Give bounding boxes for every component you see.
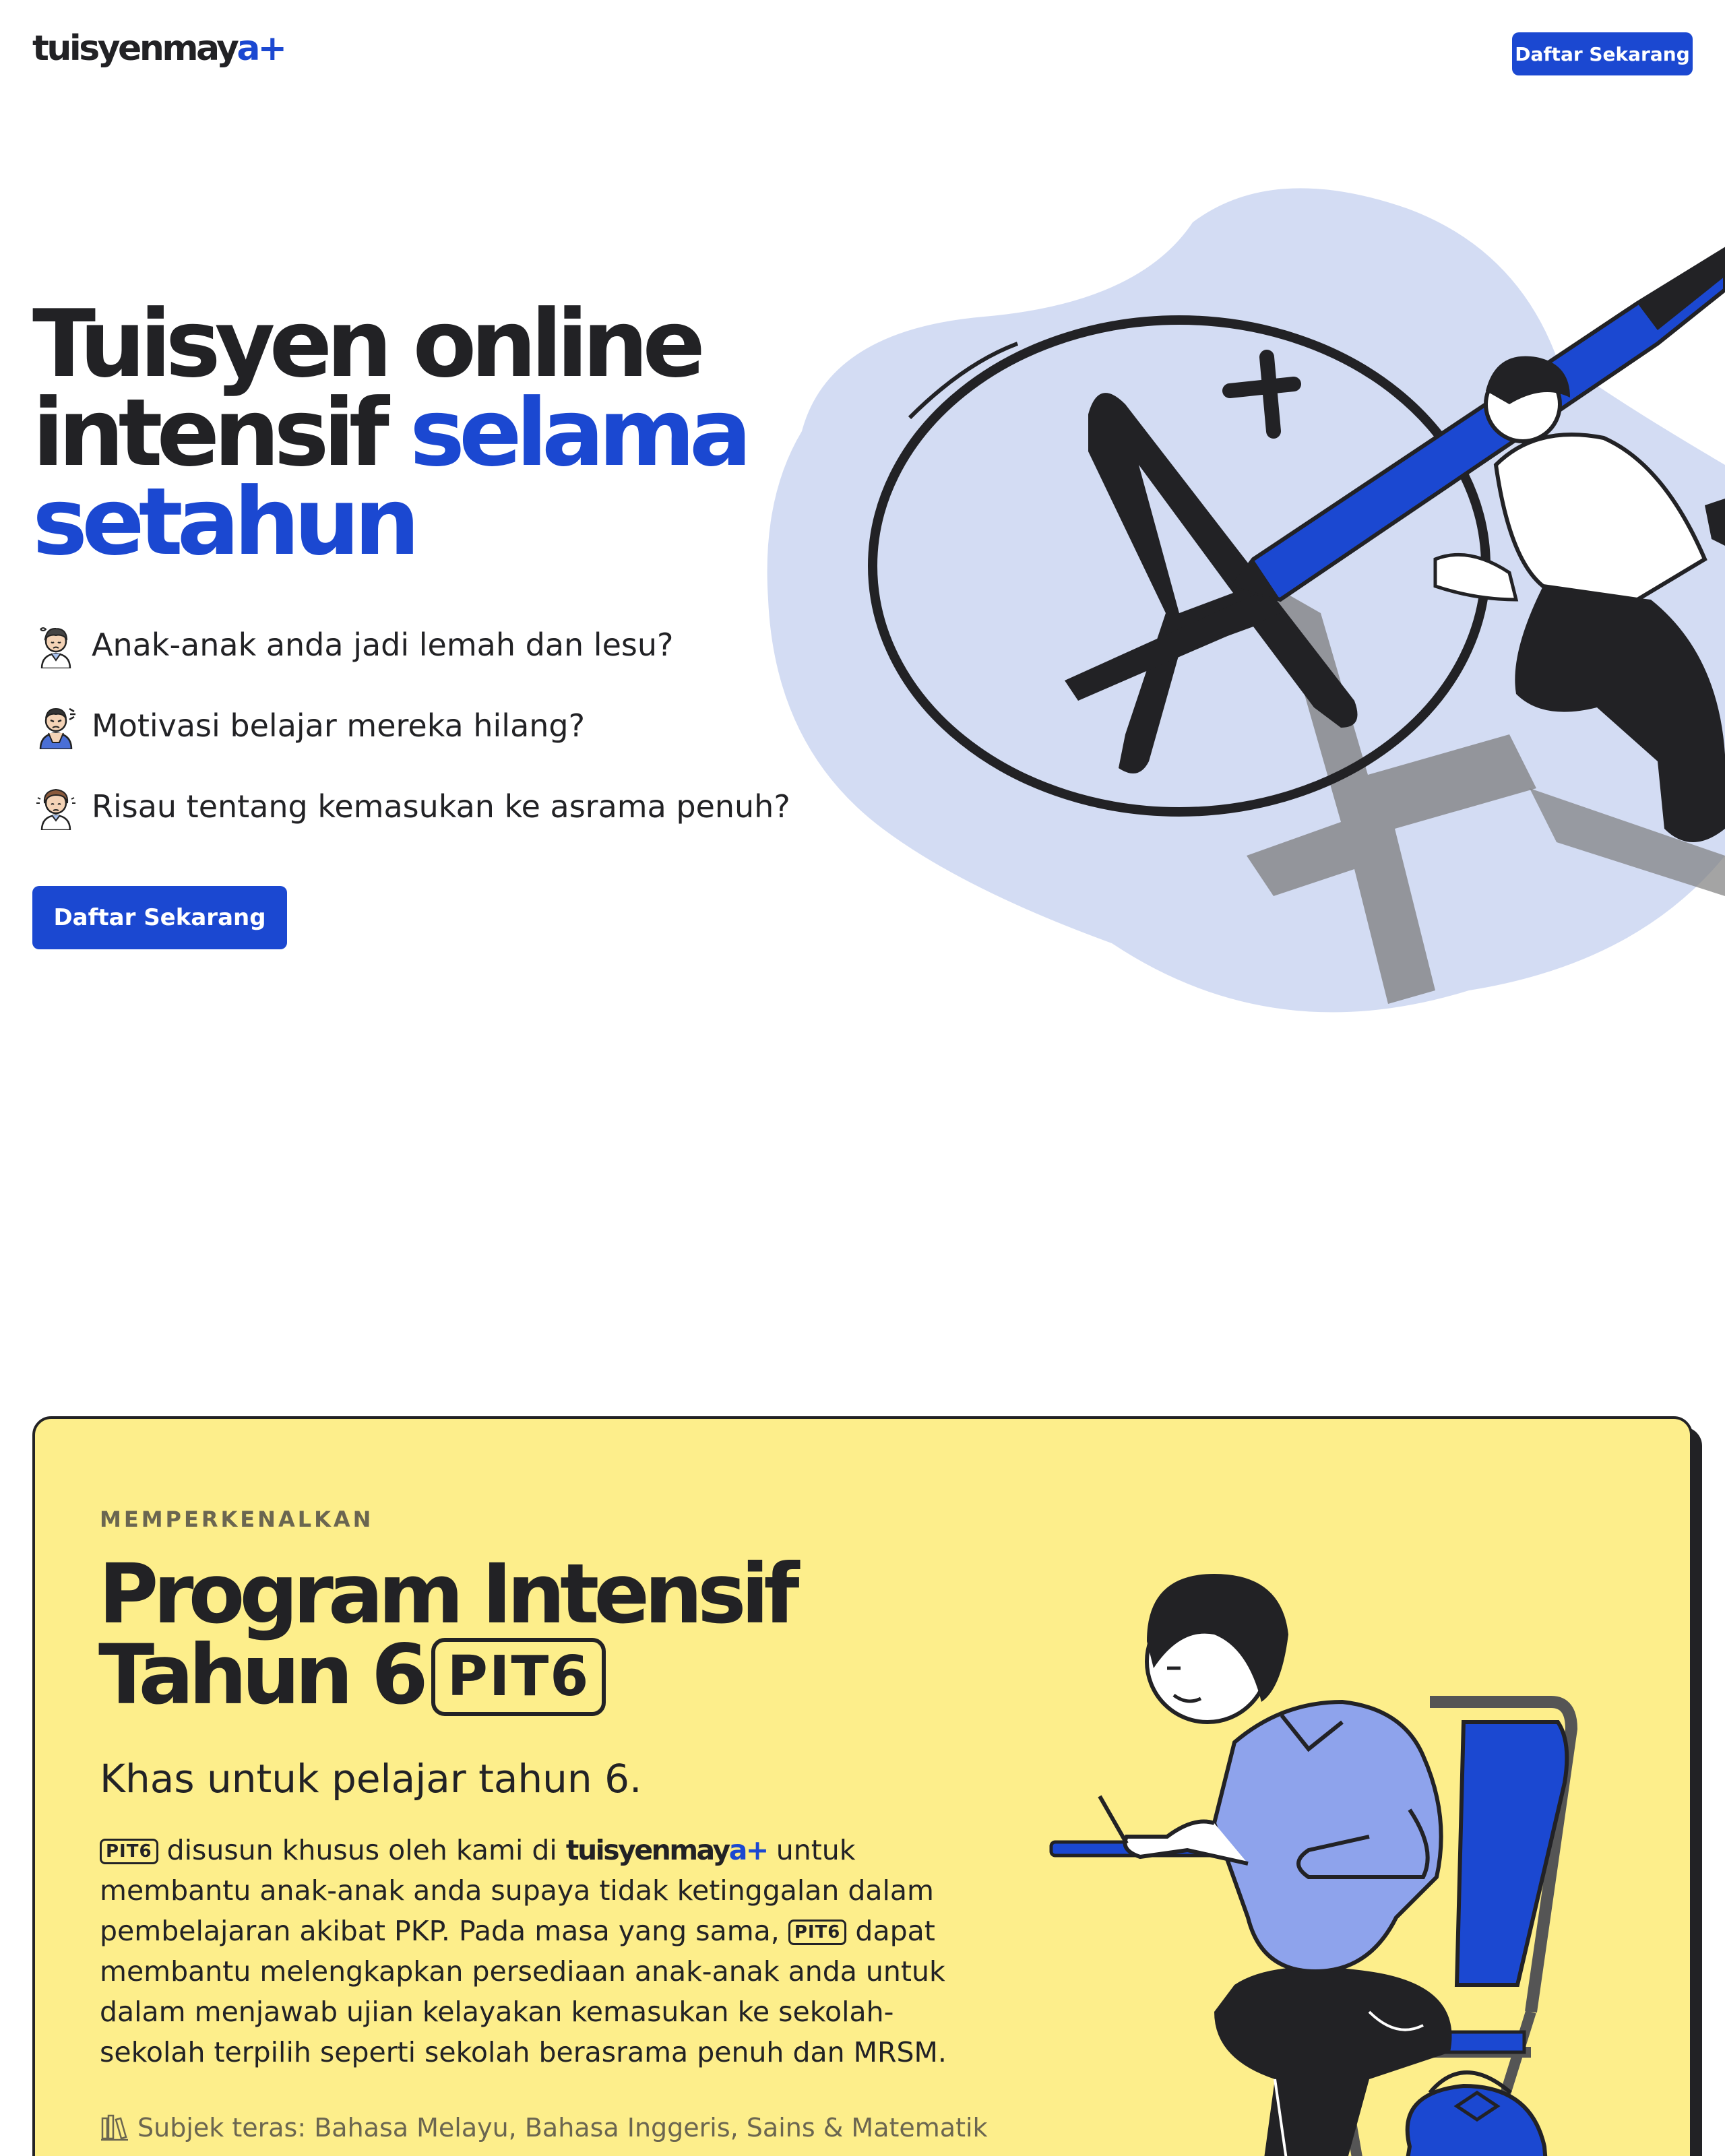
brand-inline: tuisyenmaya+ bbox=[565, 1834, 769, 1866]
student-at-desk-icon bbox=[1049, 1574, 1578, 2156]
logo[interactable]: tuisyenmay a + bbox=[32, 28, 287, 69]
student-writing-a-plus-icon bbox=[767, 188, 1725, 1013]
pit6-badge-inline: PIT6 bbox=[100, 1839, 158, 1864]
hero-title: Tuisyen online intensif selama setahun bbox=[32, 290, 752, 576]
pit6-badge-inline: PIT6 bbox=[788, 1920, 847, 1945]
program-subtitle: Khas untuk pelajar tahun 6. bbox=[100, 1756, 642, 1802]
pain-point: Anak-anak anda jadi lemah dan lesu? bbox=[32, 621, 673, 668]
worried-parent-icon bbox=[36, 788, 75, 830]
program-title: Program Intensif Tahun 6 PIT6 bbox=[98, 1546, 799, 1723]
program-description: PIT6 disusun khusus oleh kami di tuisyen… bbox=[100, 1834, 947, 2068]
register-button-hero[interactable]: Daftar Sekarang bbox=[32, 886, 287, 949]
pain-point: Motivasi belajar mereka hilang? bbox=[32, 702, 585, 749]
core-subjects: Subjek teras: Bahasa Melayu, Bahasa Ingg… bbox=[100, 2113, 988, 2143]
frustrated-child-icon bbox=[39, 707, 75, 749]
pain-point: Risau tentang kemasukan ke asrama penuh? bbox=[32, 783, 790, 830]
pit6-badge: PIT6 bbox=[431, 1637, 606, 1716]
books-icon bbox=[101, 2114, 128, 2141]
register-button-header[interactable]: Daftar Sekarang bbox=[1512, 32, 1693, 75]
program-card: MEMPERKENALKAN Program Intensif Tahun 6P… bbox=[32, 1416, 1693, 2156]
program-eyebrow: MEMPERKENALKAN bbox=[100, 1507, 374, 1532]
tired-child-icon bbox=[40, 627, 71, 668]
